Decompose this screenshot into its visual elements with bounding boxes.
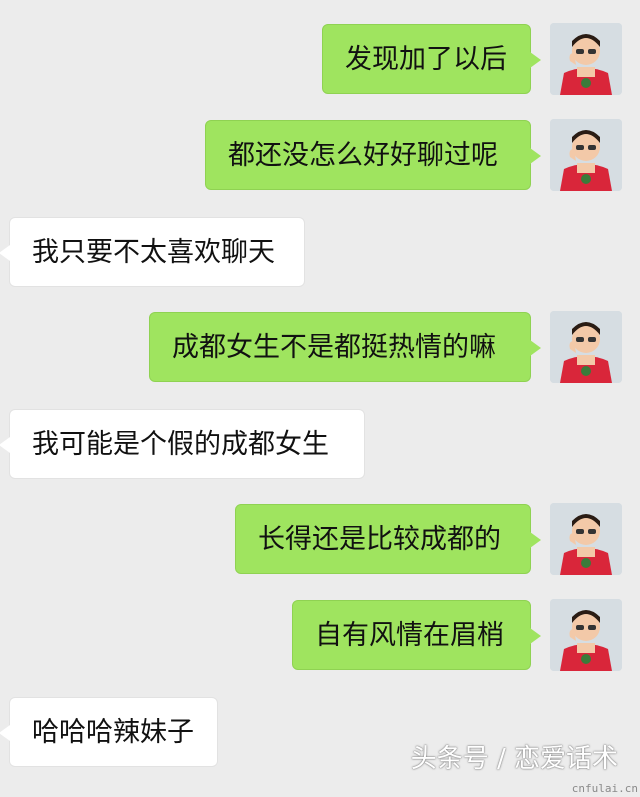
message-text: 长得还是比较成都的 <box>258 524 501 555</box>
received-message-bubble[interactable]: 哈哈哈辣妹子 <box>0 697 218 767</box>
avatar[interactable] <box>550 311 622 383</box>
avatar[interactable] <box>550 119 622 191</box>
chat-window: 发现加了以后 都还没怎么好好聊过呢 我只要不太喜欢聊天 成都女生不是都挺热情的嘛… <box>0 0 640 797</box>
received-message-bubble[interactable]: 我可能是个假的成都女生 <box>0 409 365 479</box>
sent-message-bubble[interactable]: 发现加了以后 <box>322 24 541 94</box>
received-message-bubble[interactable]: 我只要不太喜欢聊天 <box>0 217 305 287</box>
message-text: 自有风情在眉梢 <box>315 620 504 651</box>
message-row: 我只要不太喜欢聊天 <box>0 216 640 288</box>
bubble-tail <box>530 628 541 644</box>
message-row: 长得还是比较成都的 <box>0 503 640 575</box>
avatar[interactable] <box>550 503 622 575</box>
message-row: 成都女生不是都挺热情的嘛 <box>0 311 640 383</box>
avatar-image-icon <box>550 23 622 95</box>
message-row: 自有风情在眉梢 <box>0 599 640 671</box>
bubble-tail <box>0 245 10 261</box>
bubble-tail <box>530 340 541 356</box>
bubble-tail <box>0 437 10 453</box>
bubble-tail <box>530 532 541 548</box>
avatar[interactable] <box>550 599 622 671</box>
avatar-image-icon <box>550 503 622 575</box>
watermark-text: 头条号 / 恋爱话术 <box>410 744 618 774</box>
site-mark: cnfulai.cn <box>571 782 638 795</box>
avatar-image-icon <box>550 599 622 671</box>
message-text: 我可能是个假的成都女生 <box>32 429 329 460</box>
avatar-image-icon <box>550 311 622 383</box>
avatar-image-icon <box>550 119 622 191</box>
message-text: 发现加了以后 <box>345 44 507 75</box>
sent-message-bubble[interactable]: 长得还是比较成都的 <box>235 504 541 574</box>
bubble-tail <box>530 148 541 164</box>
sent-message-bubble[interactable]: 成都女生不是都挺热情的嘛 <box>149 312 541 382</box>
sent-message-bubble[interactable]: 都还没怎么好好聊过呢 <box>205 120 541 190</box>
bubble-tail <box>0 725 10 741</box>
avatar[interactable] <box>550 23 622 95</box>
message-text: 我只要不太喜欢聊天 <box>32 237 275 268</box>
message-text: 成都女生不是都挺热情的嘛 <box>172 332 496 363</box>
sent-message-bubble[interactable]: 自有风情在眉梢 <box>292 600 541 670</box>
message-text: 哈哈哈辣妹子 <box>32 717 194 748</box>
message-row: 都还没怎么好好聊过呢 <box>0 119 640 191</box>
bubble-tail <box>530 52 541 68</box>
message-text: 都还没怎么好好聊过呢 <box>228 140 498 171</box>
message-row: 发现加了以后 <box>0 23 640 95</box>
message-row: 我可能是个假的成都女生 <box>0 408 640 480</box>
